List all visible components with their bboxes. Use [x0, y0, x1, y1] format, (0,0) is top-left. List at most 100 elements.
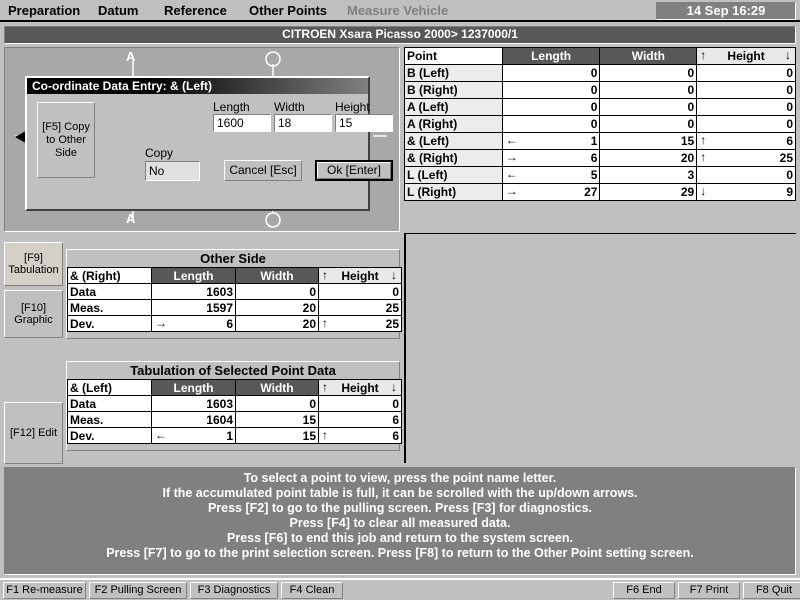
copy-to-other-side-button[interactable]: [F5] Copy to Other Side [37, 102, 95, 178]
points-table-panel: Point Length Width ↑ Height ↓ B (Left) 0 0… [404, 47, 796, 232]
direction-arrow-icon: → [505, 184, 518, 198]
clock-label: 14 Sep 16:29 [686, 3, 766, 18]
sidebar-button-tabulation[interactable]: [F9] Tabulation [4, 242, 63, 286]
cell-height: 0 [696, 81, 796, 99]
arrow-up-icon[interactable]: ↑ [322, 268, 328, 283]
cell-length: 1604 [151, 411, 236, 428]
arrow-up-icon[interactable]: ↑ [322, 380, 328, 395]
cell-width-value: 3 [687, 168, 695, 182]
cell-width: 20 [235, 299, 319, 316]
cell-width: 20 [599, 149, 698, 167]
table-row[interactable]: Dev. ← 1 15 ↑ 6 [67, 427, 402, 444]
table-row[interactable]: Meas. 1597 20 25 [67, 299, 402, 316]
cell-height-value: 25 [779, 151, 793, 165]
cell-height-value: 0 [392, 396, 399, 411]
direction-arrow-icon: ↑ [700, 150, 707, 164]
direction-arrow-icon: ↑ [322, 316, 328, 330]
arrow-down-icon[interactable]: ↓ [785, 48, 791, 63]
help-panel: To select a point to view, press the poi… [4, 467, 796, 575]
cell-height-value: 9 [786, 185, 793, 199]
other-side-col-point: & (Right) [67, 267, 152, 284]
table-row[interactable]: Data 1603 0 0 [67, 283, 402, 300]
row-label: Data [67, 283, 152, 300]
point-name: A (Right) [404, 115, 503, 133]
point-name: & (Left) [404, 132, 503, 150]
table-row[interactable]: Dev. → 6 20 ↑ 25 [67, 315, 402, 332]
menu-item-datum[interactable]: Datum [94, 2, 142, 19]
width-input[interactable]: 18 [274, 114, 332, 132]
cell-height-value: 25 [385, 316, 399, 331]
other-side-col-length: Length [151, 267, 236, 284]
table-row[interactable]: L (Right) → 27 29 ↓ 9 [404, 183, 796, 201]
help-line: Press [F6] to end this job and return to… [227, 531, 573, 545]
arrow-down-icon[interactable]: ↓ [391, 268, 397, 283]
arrow-down-icon[interactable]: ↓ [391, 380, 397, 395]
menu-item-reference[interactable]: Reference [160, 2, 231, 19]
table-row[interactable]: & (Left) ← 1 15 ↑ 6 [404, 132, 796, 150]
cell-length-value: 1603 [206, 396, 233, 411]
table-row[interactable]: Meas. 1604 15 6 [67, 411, 402, 428]
direction-arrow-icon: → [155, 316, 167, 330]
length-input[interactable]: 1600 [213, 114, 271, 132]
cell-length-value: 1 [590, 134, 598, 148]
menu-item-preparation[interactable]: Preparation [4, 2, 84, 19]
table-row[interactable]: & (Right) → 6 20 ↑ 25 [404, 149, 796, 167]
selected-point-title: Tabulation of Selected Point Data [130, 363, 336, 378]
cell-length: 0 [501, 98, 601, 116]
point-name: B (Left) [404, 64, 503, 82]
menu-item-other-points[interactable]: Other Points [245, 2, 331, 19]
cell-length: 0 [501, 115, 601, 133]
table-header-row: & (Right) Length Width ↑ Height ↓ [67, 267, 402, 284]
table-row[interactable]: Data 1603 0 0 [67, 395, 402, 412]
cell-width: 15 [235, 411, 319, 428]
arrow-up-icon[interactable]: ↑ [700, 48, 706, 63]
cell-height: ↑ 6 [318, 427, 402, 444]
copy-select[interactable]: No [145, 161, 200, 181]
cell-length-value: 5 [590, 168, 598, 182]
other-side-title: Other Side [200, 251, 266, 266]
fkey-f4[interactable]: F4 Clean [281, 582, 343, 599]
point-name: L (Right) [404, 183, 503, 201]
table-row[interactable]: B (Left) 0 0 0 [404, 64, 796, 82]
cell-height: 0 [318, 395, 402, 412]
f9-line2: Tabulation [8, 264, 59, 276]
selected-col-point: & (Left) [67, 379, 152, 396]
vehicle-title-frame: CITROEN Xsara Picasso 2000> 1237000/1 [4, 26, 796, 44]
f12-label: [F12] Edit [9, 427, 58, 439]
fkey-f3[interactable]: F3 Diagnostics [190, 582, 278, 599]
ok-button[interactable]: Ok [Enter] [315, 160, 393, 181]
cell-height: ↑ 6 [696, 132, 796, 150]
cell-length-value: 0 [590, 100, 598, 114]
cell-height: ↓ 9 [696, 183, 796, 201]
cell-height: 0 [696, 98, 796, 116]
width-label: Width [274, 100, 305, 114]
table-row[interactable]: L (Left) ← 5 3 0 [404, 166, 796, 184]
width-field-group: Width 18 [274, 100, 332, 132]
height-input[interactable]: 15 [335, 114, 393, 132]
fkey-f1[interactable]: F1 Re-measure [3, 582, 86, 599]
cell-width: 3 [599, 166, 698, 184]
cell-width: 15 [235, 427, 319, 444]
cell-length: 1603 [151, 395, 236, 412]
points-col-width: Width [599, 47, 698, 65]
f10-line1: [F10] [20, 302, 47, 314]
copy-to-other-side-label: [F5] Copy to Other Side [42, 120, 90, 159]
fkey-f2[interactable]: F2 Pulling Screen [89, 582, 187, 599]
cell-length-value: 0 [590, 83, 598, 97]
cell-width: 15 [599, 132, 698, 150]
fkey-f6[interactable]: F6 End [613, 582, 675, 599]
cancel-button[interactable]: Cancel [Esc] [224, 160, 302, 181]
cell-length: → 6 [501, 149, 601, 167]
selected-col-width: Width [235, 379, 319, 396]
point-name: & (Right) [404, 149, 503, 167]
cell-length-value: 0 [590, 66, 598, 80]
fkey-f7[interactable]: F7 Print [678, 582, 740, 599]
table-row[interactable]: A (Left) 0 0 0 [404, 98, 796, 116]
table-row[interactable]: B (Right) 0 0 0 [404, 81, 796, 99]
row-label: Meas. [67, 411, 152, 428]
help-line: Press [F2] to go to the pulling screen. … [207, 501, 593, 515]
fkey-f8[interactable]: F8 Quit [743, 582, 800, 599]
sidebar-button-graphic[interactable]: [F10] Graphic [4, 290, 63, 338]
sidebar-button-edit[interactable]: [F12] Edit [4, 402, 63, 464]
table-row[interactable]: A (Right) 0 0 0 [404, 115, 796, 133]
